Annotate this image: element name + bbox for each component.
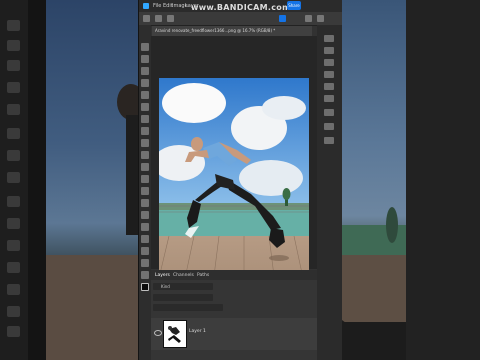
background-right-scene (342, 207, 406, 360)
background-tool-icon (7, 218, 20, 229)
layer-row[interactable]: Layer 1 (151, 318, 317, 350)
tab-channels[interactable]: Channels (173, 273, 194, 278)
path-select-tool-icon[interactable] (141, 247, 149, 255)
menu-item-file[interactable]: File (153, 3, 161, 9)
blend-mode-select[interactable] (153, 294, 213, 301)
hand-tool-icon[interactable] (141, 271, 149, 279)
bandicam-watermark: www.BANDICAM.com (191, 3, 291, 12)
move-tool-icon[interactable] (141, 43, 149, 51)
tab-layers[interactable]: Layers (155, 273, 170, 278)
background-tool-icon (7, 262, 20, 273)
background-tool-icon (7, 284, 20, 295)
blur-tool-icon[interactable] (141, 199, 149, 207)
healing-tool-icon[interactable] (141, 127, 149, 135)
background-tool-icon (7, 150, 20, 161)
layer-thumbnail (163, 320, 187, 348)
search-icon[interactable] (305, 15, 312, 22)
background-photo-right (342, 0, 406, 360)
share-button[interactable]: Share (287, 1, 301, 10)
background-tool-icon (7, 20, 20, 31)
layers-panel-tabs: Layers Channels Paths (151, 270, 317, 280)
background-tool-icon (7, 40, 20, 51)
background-tool-icon (7, 82, 20, 93)
menu-bar: File Edit Image Layer www.BANDICAM.com S… (139, 0, 342, 12)
tools-toolbar (139, 25, 151, 360)
background-tool-icon (7, 196, 20, 207)
panel-icon[interactable] (324, 83, 334, 90)
option-icon[interactable] (155, 15, 162, 22)
right-panel-dock (317, 25, 342, 360)
shape-tool-icon[interactable] (141, 259, 149, 267)
move-tool-icon[interactable] (143, 15, 150, 22)
background-left-toolbar (0, 0, 28, 360)
background-tool-icon (7, 172, 20, 183)
panel-icon[interactable] (324, 35, 334, 42)
panel-icon[interactable] (324, 137, 334, 144)
eyedropper-tool-icon[interactable] (141, 115, 149, 123)
brush-tool-icon[interactable] (141, 139, 149, 147)
crop-tool-icon[interactable] (141, 91, 149, 99)
panel-icon[interactable] (324, 47, 334, 54)
option-icon[interactable] (167, 15, 174, 22)
home-icon[interactable] (279, 15, 286, 22)
history-brush-tool-icon[interactable] (141, 163, 149, 171)
pen-tool-icon[interactable] (141, 223, 149, 231)
workspace-icon[interactable] (317, 15, 324, 22)
panel-icon[interactable] (324, 95, 334, 102)
eye-icon[interactable] (154, 330, 162, 336)
layer-name[interactable]: Layer 1 (189, 329, 206, 334)
photoshop-window: File Edit Image Layer www.BANDICAM.com S… (139, 0, 342, 360)
foreground-color-swatch[interactable] (141, 283, 149, 291)
background-bottom-shade (342, 322, 406, 360)
background-tool-icon (7, 306, 20, 317)
background-photo-left (46, 0, 145, 360)
frame-tool-icon[interactable] (141, 103, 149, 111)
type-tool-icon[interactable] (141, 235, 149, 243)
clone-stamp-tool-icon[interactable] (141, 151, 149, 159)
options-bar (139, 12, 342, 26)
document-tab[interactable]: Aravind renovate_freedflower1366...png @… (152, 26, 312, 36)
background-runner-silhouette (46, 84, 145, 360)
photoshop-logo-icon (143, 3, 149, 9)
panel-icon[interactable] (324, 71, 334, 78)
background-right-panel: i (406, 0, 480, 360)
dodge-tool-icon[interactable] (141, 211, 149, 219)
panel-icon[interactable] (324, 123, 334, 130)
layers-panel: Layers Channels Paths Kind Layer 1 (151, 270, 317, 360)
lasso-tool-icon[interactable] (141, 67, 149, 75)
panel-icon[interactable] (324, 109, 334, 116)
background-tool-icon (7, 240, 20, 251)
quick-select-tool-icon[interactable] (141, 79, 149, 87)
background-tool-icon (7, 326, 20, 337)
panel-icon[interactable] (324, 59, 334, 66)
layer-filter-label: Kind (161, 284, 170, 289)
eraser-tool-icon[interactable] (141, 175, 149, 183)
background-tool-icon (7, 60, 20, 71)
layer-thumbnail-runner (168, 326, 181, 343)
gradient-tool-icon[interactable] (141, 187, 149, 195)
background-tool-icon (7, 128, 20, 139)
layer-filter[interactable]: Kind (153, 283, 213, 290)
lock-row (153, 304, 223, 311)
background-tool-icon (7, 104, 20, 115)
tab-paths[interactable]: Paths (197, 273, 209, 278)
marquee-tool-icon[interactable] (141, 55, 149, 63)
